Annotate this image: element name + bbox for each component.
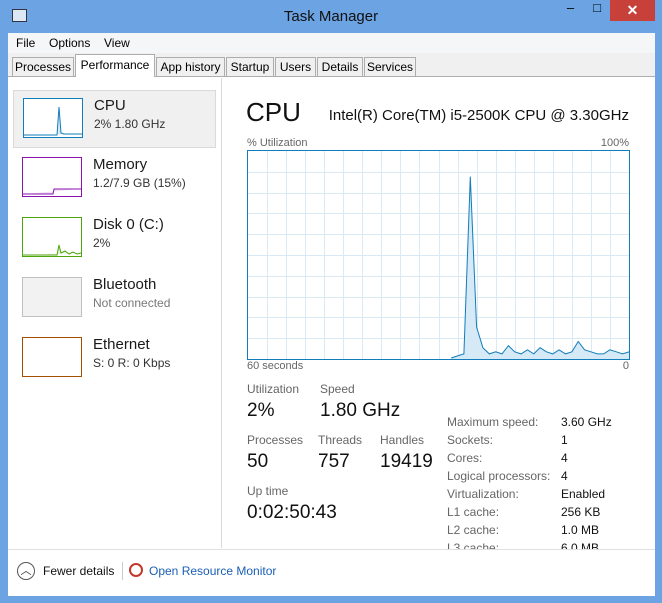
spec-label: Maximum speed: (447, 415, 539, 429)
spec-label: Virtualization: (447, 487, 519, 501)
close-button[interactable]: ✕ (610, 0, 655, 21)
tab-details[interactable]: Details (317, 57, 363, 76)
spec-value: 1.0 MB (561, 523, 600, 537)
tab-processes[interactable]: Processes (12, 57, 74, 76)
tab-app-history[interactable]: App history (156, 57, 225, 76)
tab-bar: Processes Performance App history Startu… (8, 53, 655, 77)
resource-summary: S: 0 R: 0 Kbps (93, 356, 171, 370)
graph-label-time-span: 60 seconds (247, 360, 304, 372)
chevron-up-icon[interactable]: ︿ (17, 562, 35, 580)
disk-graph-icon (22, 217, 82, 257)
menu-view[interactable]: View (104, 36, 130, 50)
processes-value: 50 (247, 451, 269, 472)
utilization-label: Utilization (247, 382, 300, 396)
title-bar[interactable]: Task Manager – □ ✕ (0, 0, 662, 33)
tab-startup[interactable]: Startup (226, 57, 274, 76)
resource-name: CPU (94, 97, 126, 114)
spec-value: 4 (561, 451, 568, 465)
resource-name: Memory (93, 156, 148, 173)
tab-services[interactable]: Services (364, 57, 416, 76)
threads-label: Threads (318, 433, 363, 447)
spec-value: 1 (561, 433, 568, 447)
spec-value: 3.60 GHz (561, 415, 612, 429)
resource-monitor-icon[interactable] (129, 563, 143, 577)
spec-value: 256 KB (561, 505, 601, 519)
resource-summary: Not connected (93, 296, 171, 310)
resource-disk[interactable]: Disk 0 (C:) 2% (13, 210, 216, 268)
memory-graph-icon (22, 157, 82, 197)
cpu-utilization-graph (247, 150, 630, 360)
panel-title: CPU (246, 97, 301, 127)
footer-divider (122, 562, 123, 580)
resource-summary: 1.2/7.9 GB (15%) (93, 176, 186, 190)
cpu-graph-icon (23, 98, 83, 138)
speed-value: 1.80 GHz (320, 400, 401, 421)
graph-label-max: 100% (600, 137, 629, 149)
utilization-value: 2% (247, 400, 275, 421)
task-manager-window: Task Manager – □ ✕ File Options View Pro… (0, 0, 662, 603)
resource-ethernet[interactable]: Ethernet S: 0 R: 0 Kbps (13, 330, 216, 388)
tab-users[interactable]: Users (275, 57, 316, 76)
spec-label: Cores: (447, 451, 483, 465)
threads-value: 757 (318, 451, 350, 472)
resource-summary: 2% (93, 236, 111, 250)
menu-options[interactable]: Options (49, 36, 90, 50)
resource-list: CPU 2% 1.80 GHz Memory 1.2/7.9 GB (15%) … (8, 78, 222, 548)
spec-label: Logical processors: (447, 469, 551, 483)
resource-name: Disk 0 (C:) (93, 216, 164, 233)
bluetooth-graph-icon (22, 277, 82, 317)
footer-bar: ︿ Fewer details Open Resource Monitor (8, 549, 655, 596)
resource-summary: 2% 1.80 GHz (94, 117, 166, 131)
graph-label-now: 0 (622, 360, 629, 372)
processes-label: Processes (247, 433, 304, 447)
cpu-model: Intel(R) Core(TM) i5-2500K CPU @ 3.30GHz (328, 107, 629, 124)
menu-file[interactable]: File (16, 36, 35, 50)
cpu-utilization-plot (248, 151, 629, 359)
client-area: File Options View Processes Performance … (8, 33, 655, 596)
handles-value: 19419 (380, 451, 433, 472)
speed-label: Speed (320, 382, 355, 396)
minimize-button[interactable]: – (557, 0, 584, 21)
resource-name: Bluetooth (93, 276, 157, 293)
resource-name: Ethernet (93, 336, 150, 353)
fewer-details-link[interactable]: Fewer details (43, 564, 114, 578)
cpu-detail-panel: CPU Intel(R) Core(TM) i5-2500K CPU @ 3.3… (234, 78, 655, 555)
spec-label: L2 cache: (447, 523, 500, 537)
resource-cpu[interactable]: CPU 2% 1.80 GHz (13, 90, 216, 148)
menu-bar: File Options View (8, 33, 655, 53)
handles-label: Handles (380, 433, 425, 447)
ethernet-graph-icon (22, 337, 82, 377)
tab-performance[interactable]: Performance (75, 54, 155, 77)
resource-memory[interactable]: Memory 1.2/7.9 GB (15%) (13, 150, 216, 208)
open-resource-monitor-link[interactable]: Open Resource Monitor (149, 564, 276, 578)
spec-label: Sockets: (447, 433, 494, 447)
maximize-button[interactable]: □ (584, 0, 610, 21)
spec-value: Enabled (561, 487, 606, 501)
spec-label: L1 cache: (447, 505, 500, 519)
uptime-value: 0:02:50:43 (247, 502, 337, 523)
uptime-label: Up time (247, 484, 289, 498)
resource-bluetooth[interactable]: Bluetooth Not connected (13, 270, 216, 328)
spec-value: 4 (561, 469, 568, 483)
graph-label-utilization: % Utilization (247, 137, 308, 149)
